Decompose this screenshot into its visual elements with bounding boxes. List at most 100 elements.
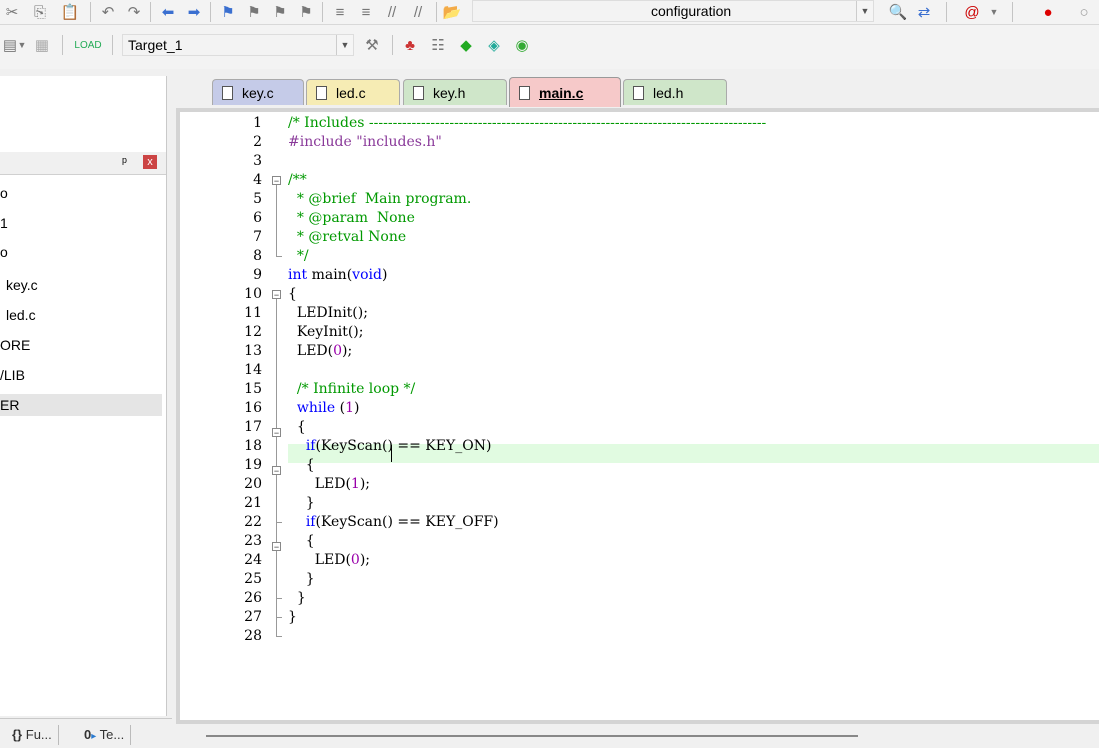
uncomment-icon[interactable]: // [408, 2, 428, 22]
code-line[interactable]: { [288, 285, 297, 304]
dropdown-arrow-icon[interactable]: ▼ [12, 35, 32, 55]
code-line[interactable]: int main(void) [288, 266, 387, 285]
tree-item-selected[interactable]: ER [0, 394, 162, 416]
fold-end [276, 617, 282, 618]
find-combo[interactable]: configuration ▼ [472, 0, 874, 22]
main-toolbar: ✂ ⎘ 📋 ↶ ↷ ⬅ ➡ ⚑ ⚑ ⚑ ⚑ ≡ ≡ // // 📂 config… [0, 0, 1099, 25]
code-line[interactable]: { [288, 532, 315, 551]
code-line[interactable]: KeyInit(); [288, 323, 364, 342]
code-line[interactable]: * @retval None [288, 228, 406, 247]
manage-components-icon[interactable]: ☷ [428, 35, 448, 55]
file-icon [316, 85, 327, 100]
tab-main-c[interactable]: main.c [509, 77, 621, 107]
code-line[interactable]: while (1) [288, 399, 360, 418]
code-line[interactable]: #include "includes.h" [288, 133, 442, 152]
code-line[interactable]: * @brief Main program. [288, 190, 471, 209]
tree-item-key-c[interactable]: key.c [6, 274, 38, 296]
fold-toggle-icon[interactable]: − [272, 542, 281, 552]
fold-toggle-icon[interactable]: − [272, 428, 281, 438]
code-line[interactable]: if(KeyScan() == KEY_OFF) [288, 513, 499, 532]
code-line[interactable]: } [288, 570, 315, 589]
cut-icon[interactable]: ✂ [2, 2, 22, 22]
pack-installer-icon[interactable]: ◆ [456, 35, 476, 55]
code-line[interactable]: LED(1); [288, 475, 370, 494]
code-line[interactable]: } [288, 608, 297, 627]
find-in-files-icon[interactable]: 📂 [442, 2, 462, 22]
line-number: 11 [244, 305, 262, 321]
breakpoint-insert-icon[interactable]: ● [1038, 2, 1058, 22]
chevron-down-icon[interactable]: ▼ [336, 35, 353, 55]
bookmark-prev-icon[interactable]: ⚑ [244, 2, 264, 22]
incremental-find-icon[interactable]: 🔍 [888, 2, 908, 22]
line-number: 14 [244, 362, 262, 378]
code-line[interactable]: { [288, 418, 306, 437]
tree-item[interactable]: o [0, 182, 8, 204]
line-number: 16 [244, 400, 262, 416]
download-load-icon[interactable]: LOAD [74, 35, 101, 55]
indent-icon[interactable]: ≡ [330, 2, 350, 22]
paste-icon[interactable]: 📋 [60, 2, 80, 22]
pin-icon[interactable]: ᵖ [122, 154, 127, 169]
text-caret [391, 445, 392, 462]
undo-icon[interactable]: ↶ [98, 2, 118, 22]
tree-item[interactable]: ORE [0, 334, 30, 356]
tree-item[interactable]: /LIB [0, 364, 25, 386]
code-line[interactable]: LED(0); [288, 342, 352, 361]
bookmark-next-icon[interactable]: ⚑ [270, 2, 290, 22]
code-line: #include "includes.h" [288, 134, 442, 150]
code-line[interactable]: * @param None [288, 209, 415, 228]
code-line[interactable]: LEDInit(); [288, 304, 368, 323]
project-panel: ᵖ x o 1 o key.c led.c ORE /LIB ER [0, 76, 167, 716]
bookmark-clear-icon[interactable]: ⚑ [296, 2, 316, 22]
code-line[interactable]: /* Includes ----------------------------… [288, 114, 1099, 133]
breakpoint-disable-icon[interactable]: ○ [1074, 2, 1094, 22]
tab-key-h[interactable]: key.h [403, 79, 507, 105]
tree-item-led-c[interactable]: led.c [6, 304, 36, 326]
scrollbar-thumb[interactable] [206, 735, 858, 737]
target-options-icon[interactable]: ⚒ [362, 35, 382, 55]
line-number: 4 [253, 172, 262, 188]
code-line[interactable]: } [288, 494, 315, 513]
tab-templates[interactable]: 0▸ Te... [84, 725, 132, 745]
tab-functions[interactable]: {} Fu... [12, 725, 59, 745]
debug-session-icon[interactable]: ⇄ [914, 2, 934, 22]
code-line[interactable]: LED(0); [288, 551, 370, 570]
debug-start-icon[interactable]: @ [962, 2, 982, 22]
tab-led-c[interactable]: led.c [306, 79, 400, 105]
line-number: 7 [253, 229, 262, 245]
code-line[interactable]: if(KeyScan() == KEY_ON) [288, 437, 492, 456]
tab-key-c[interactable]: key.c [212, 79, 304, 105]
target-select[interactable]: Target_1 ▼ [122, 34, 354, 56]
copy-icon[interactable]: ⎘ [30, 2, 50, 22]
bookmark-insert-icon[interactable]: ⚑ [218, 2, 238, 22]
dropdown-arrow-icon[interactable]: ▼ [984, 2, 1004, 22]
rebuild-icon[interactable]: ▦ [32, 35, 52, 55]
horizontal-scrollbar[interactable] [176, 724, 1099, 747]
line-number: 22 [244, 514, 262, 530]
close-icon[interactable]: x [143, 155, 157, 169]
nav-back-icon[interactable]: ⬅ [158, 2, 178, 22]
tree-item[interactable]: 1 [0, 212, 8, 234]
find-combo-value: configuration [651, 3, 732, 19]
fold-toggle-icon[interactable]: − [272, 176, 281, 186]
fold-toggle-icon[interactable]: − [272, 466, 281, 476]
fold-toggle-icon[interactable]: − [272, 290, 281, 300]
chevron-down-icon[interactable]: ▼ [856, 1, 873, 21]
nav-forward-icon[interactable]: ➡ [184, 2, 204, 22]
run-time-environment-icon[interactable]: ◉ [512, 35, 532, 55]
line-number: 25 [244, 571, 262, 587]
code-line[interactable]: { [288, 456, 315, 475]
code-line[interactable]: } [288, 589, 306, 608]
file-extensions-icon[interactable]: ♣ [400, 35, 420, 55]
tree-item[interactable]: o [0, 241, 8, 263]
comment-icon[interactable]: // [382, 2, 402, 22]
line-number: 6 [253, 210, 262, 226]
code-line[interactable]: */ [288, 247, 309, 266]
line-number: 10 [244, 286, 262, 302]
unindent-icon[interactable]: ≡ [356, 2, 376, 22]
select-software-packs-icon[interactable]: ◈ [484, 35, 504, 55]
code-line[interactable]: /** [288, 171, 307, 190]
code-line[interactable]: /* Infinite loop */ [288, 380, 415, 399]
redo-icon[interactable]: ↷ [124, 2, 144, 22]
tab-led-h[interactable]: led.h [623, 79, 727, 105]
